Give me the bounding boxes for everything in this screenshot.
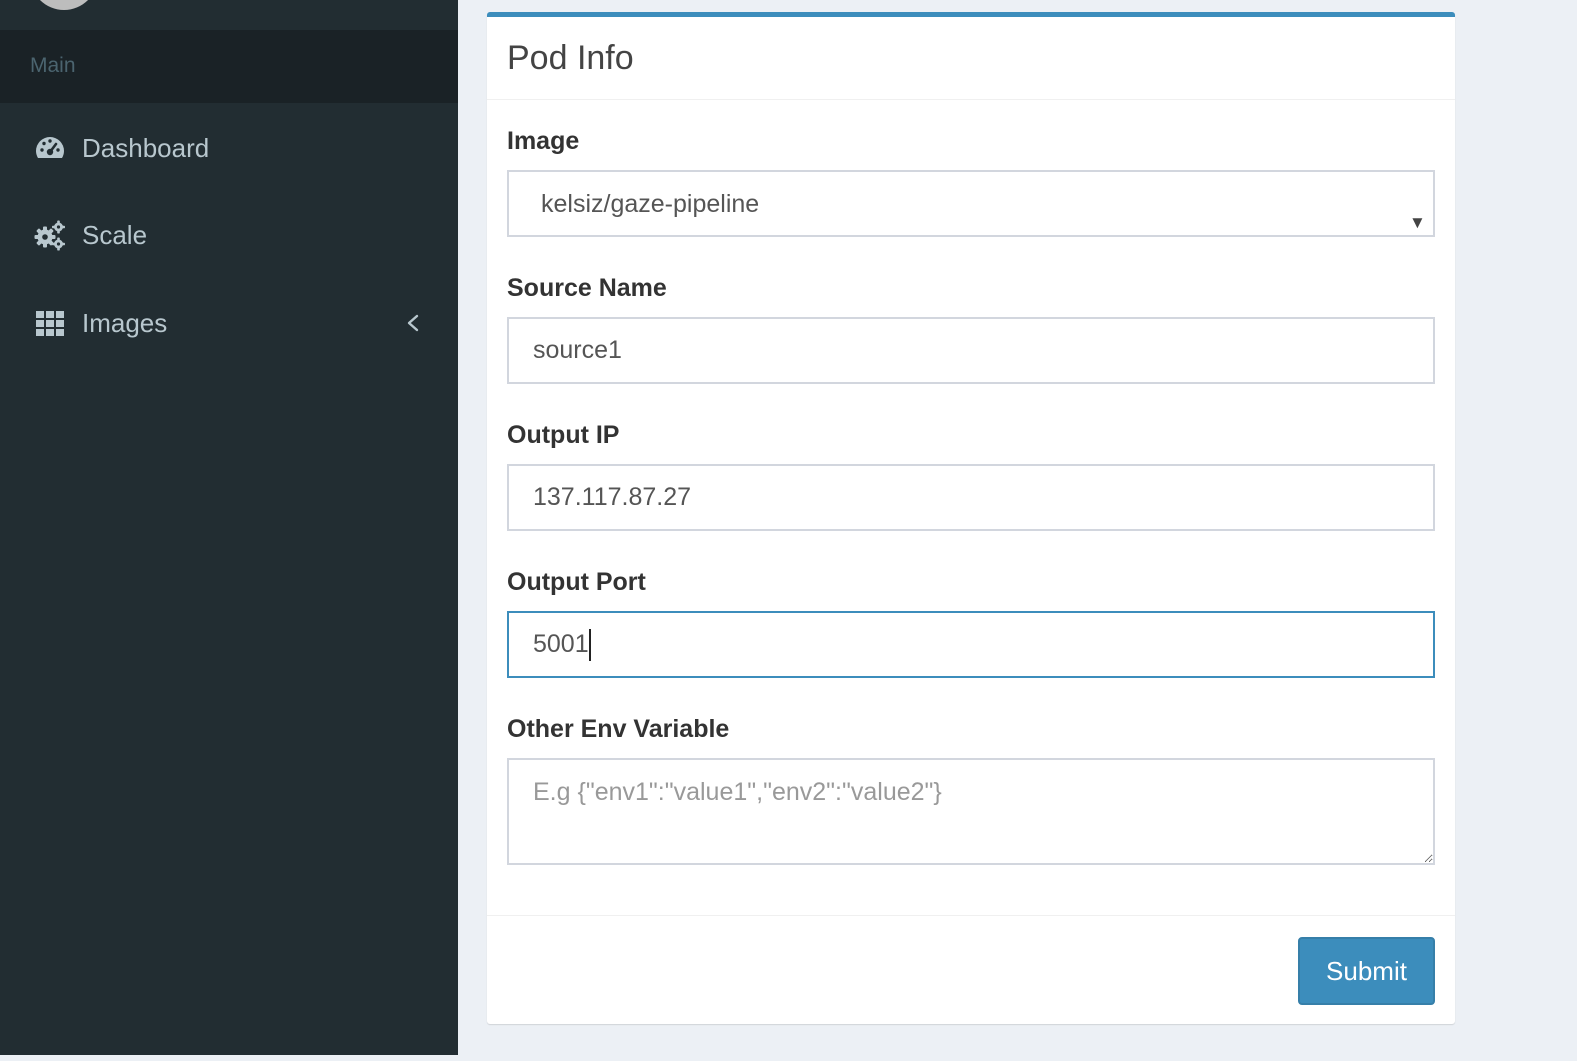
grid-icon (36, 311, 64, 336)
sidebar-item-dashboard[interactable]: Dashboard (0, 108, 458, 188)
dashboard-icon (36, 137, 64, 158)
pod-info-card: Pod Info Image kelsiz/gaze-pipeline ▼ So… (487, 12, 1455, 1024)
submit-button[interactable]: Submit (1298, 937, 1435, 1005)
header-divider (487, 99, 1455, 100)
sidebar-item-images[interactable]: Images (0, 283, 458, 363)
sidebar-item-label: Images (82, 308, 168, 338)
output-port-label: Output Port (507, 568, 646, 596)
output-port-value: 5001 (533, 630, 589, 658)
output-port-input[interactable]: 5001 (507, 611, 1435, 678)
sidebar-item-scale[interactable]: Scale (0, 195, 458, 275)
card-title: Pod Info (507, 39, 634, 77)
image-label: Image (507, 127, 580, 155)
source-name-input[interactable] (507, 317, 1435, 384)
user-avatar[interactable] (30, 0, 98, 10)
gears-icon (34, 220, 65, 251)
sidebar-header: Main (0, 30, 458, 103)
env-label: Other Env Variable (507, 715, 730, 743)
sidebar-item-label: Dashboard (82, 133, 210, 163)
sidebar: Main Dashboard Scale Images (0, 0, 458, 1055)
source-name-label: Source Name (507, 274, 667, 302)
output-ip-label: Output IP (507, 421, 620, 449)
dropdown-arrow-icon: ▼ (1409, 213, 1426, 232)
env-textarea[interactable] (507, 758, 1435, 865)
sidebar-item-label: Scale (82, 220, 148, 250)
image-select[interactable]: kelsiz/gaze-pipeline (507, 170, 1435, 237)
chevron-left-icon[interactable] (402, 311, 424, 335)
output-ip-input[interactable] (507, 464, 1435, 531)
footer-divider (487, 915, 1455, 916)
text-cursor (588, 628, 591, 661)
sidebar-header-label: Main (30, 54, 76, 77)
